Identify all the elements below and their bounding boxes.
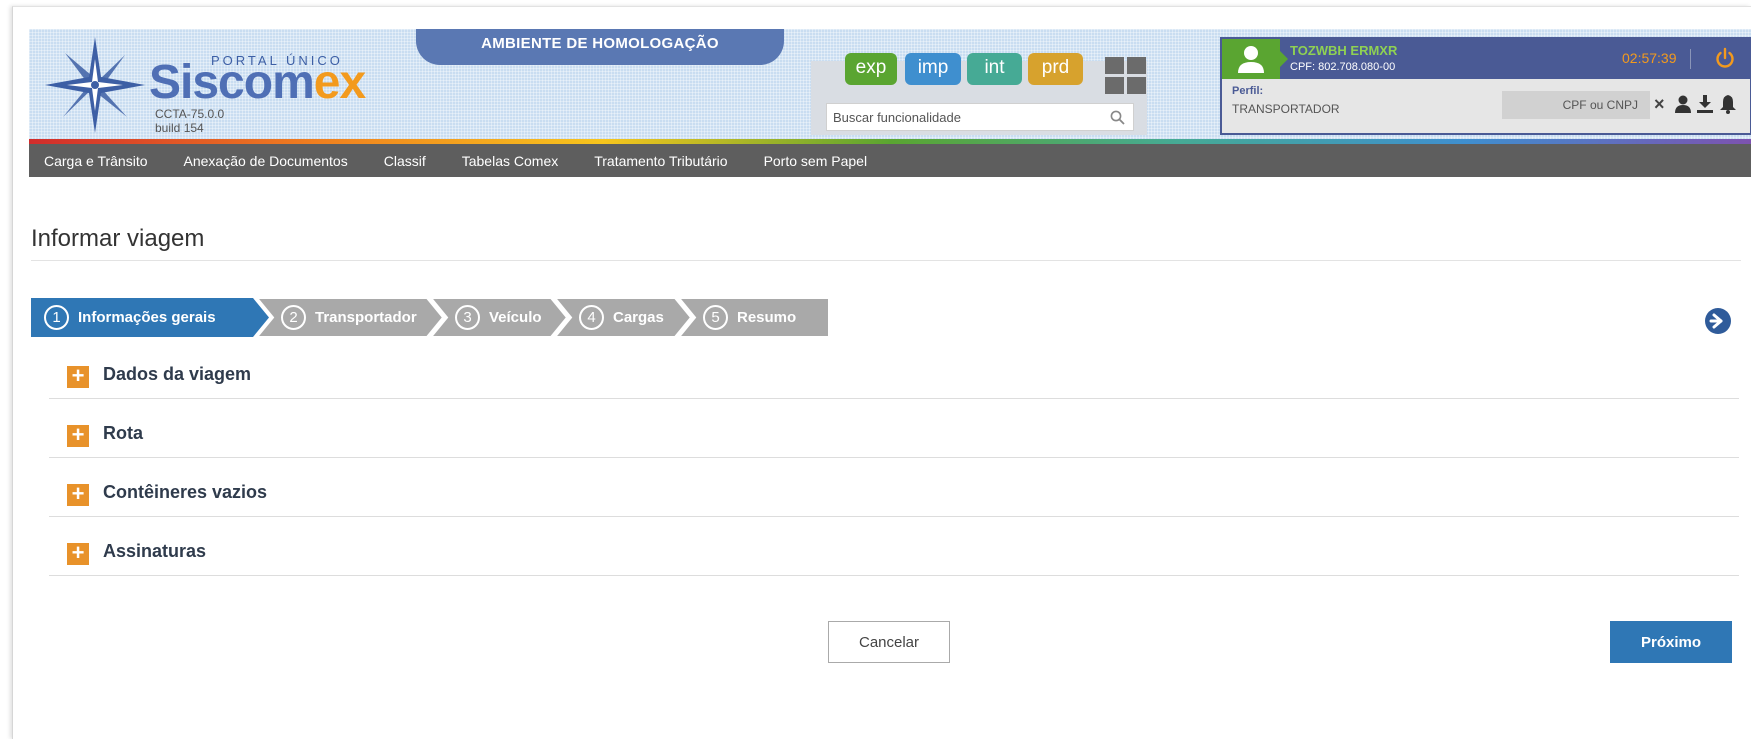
accordion-title: Dados da viagem xyxy=(103,364,252,384)
system-int-button[interactable]: int xyxy=(967,53,1022,85)
clear-icon[interactable]: × xyxy=(1654,94,1665,114)
version-info: CCTA-75.0.0 build 154 xyxy=(155,107,224,135)
power-icon[interactable] xyxy=(1714,47,1736,69)
expand-icon[interactable]: + xyxy=(67,365,89,388)
page-title: Informar viagem xyxy=(31,225,205,252)
step-number: 2 xyxy=(281,305,306,330)
expand-icon[interactable]: + xyxy=(67,542,89,565)
user-profile-icon[interactable] xyxy=(1674,94,1692,114)
user-cpf: CPF: 802.708.080-00 xyxy=(1290,61,1396,73)
accordion-rota[interactable]: + Rota xyxy=(49,400,1739,458)
bell-icon[interactable] xyxy=(1718,94,1738,114)
accordion-conteineres-vazios[interactable]: + Contêineres vazios xyxy=(49,459,1739,517)
search-box xyxy=(826,103,1134,131)
accordion-title: Contêineres vazios xyxy=(103,482,268,502)
brand-wordmark: Siscomex xyxy=(149,56,366,109)
portal-header: PORTAL ÚNICO Siscomex CCTA-75.0.0 build … xyxy=(29,29,1751,139)
main-menu: Carga e Trânsito Anexação de Documentos … xyxy=(29,144,1751,177)
wizard-step-content: 5 Resumo xyxy=(703,298,796,337)
step-label: Transportador xyxy=(315,309,417,326)
brand-part-ex: ex xyxy=(313,56,366,109)
version-number: CCTA-75.0.0 xyxy=(155,107,225,121)
menu-item-carga-transito[interactable]: Carga e Trânsito xyxy=(44,153,148,169)
menu-item-classif[interactable]: Classif xyxy=(384,153,426,169)
search-input[interactable] xyxy=(833,104,1103,130)
session-timer: 02:57:39 xyxy=(1622,50,1677,66)
build-number: build 154 xyxy=(155,121,204,135)
system-prd-button[interactable]: prd xyxy=(1028,53,1083,85)
cpf-cnpj-field[interactable] xyxy=(1502,91,1650,119)
expand-icon[interactable]: + xyxy=(67,483,89,506)
wizard-step-content: 2 Transportador xyxy=(281,298,417,337)
perfil-label: Perfil: xyxy=(1232,85,1264,97)
accordion-dados-da-viagem[interactable]: + Dados da viagem xyxy=(49,341,1739,399)
next-button[interactable]: Próximo xyxy=(1610,621,1732,663)
step-label: Cargas xyxy=(613,309,664,326)
divider xyxy=(1690,49,1691,69)
browser-frame: PORTAL ÚNICO Siscomex CCTA-75.0.0 build … xyxy=(12,6,1751,739)
siscomex-logo[interactable]: PORTAL ÚNICO Siscomex CCTA-75.0.0 build … xyxy=(45,35,366,135)
perfil-value: TRANSPORTADOR xyxy=(1232,102,1340,116)
menu-item-porto-sem-papel[interactable]: Porto sem Papel xyxy=(764,153,868,169)
menu-item-anexacao-documentos[interactable]: Anexação de Documentos xyxy=(184,153,348,169)
next-step-arrow-icon[interactable] xyxy=(1704,307,1732,335)
avatar xyxy=(1222,39,1280,79)
wizard-step-3[interactable]: 3 Veículo xyxy=(431,298,567,337)
step-label: Veículo xyxy=(489,309,542,326)
expand-icon[interactable]: + xyxy=(67,424,89,447)
step-number: 1 xyxy=(44,305,69,330)
menu-item-tabelas-comex[interactable]: Tabelas Comex xyxy=(462,153,559,169)
step-label: Resumo xyxy=(737,309,797,326)
wizard-step-content: 1 Informações gerais xyxy=(44,298,216,337)
step-label: Informações gerais xyxy=(78,309,216,326)
user-avatar-icon xyxy=(1238,46,1264,73)
wizard-step-2[interactable]: 2 Transportador xyxy=(257,298,443,337)
step-number: 3 xyxy=(455,305,480,330)
apps-grid-icon[interactable] xyxy=(1105,57,1147,95)
compass-star-icon xyxy=(45,37,145,133)
wizard-steps: 1 Informações gerais 2 Transportador 3 Veíc… xyxy=(31,298,871,337)
accordion-assinaturas[interactable]: + Assinaturas xyxy=(49,518,1739,576)
wizard-step-content: 4 Cargas xyxy=(579,298,664,337)
search-icon[interactable] xyxy=(1110,110,1125,125)
system-imp-button[interactable]: imp xyxy=(905,53,961,85)
accordion-title: Rota xyxy=(103,423,143,443)
wizard-step-content: 3 Veículo xyxy=(455,298,542,337)
accordion-title: Assinaturas xyxy=(103,541,207,561)
user-panel: TOZWBH ERMXR CPF: 802.708.080-00 02:57:3… xyxy=(1220,37,1751,135)
brand-part-siscom: Siscom xyxy=(149,56,315,109)
wizard-step-5[interactable]: 5 Resumo xyxy=(679,298,829,337)
wizard-step-1[interactable]: 1 Informações gerais xyxy=(31,298,269,337)
system-exp-button[interactable]: exp xyxy=(845,53,897,85)
menu-item-tratamento-tributario[interactable]: Tratamento Tributário xyxy=(594,153,727,169)
user-info-bar: TOZWBH ERMXR CPF: 802.708.080-00 02:57:3… xyxy=(1222,39,1750,79)
wizard-step-4[interactable]: 4 Cargas xyxy=(555,298,691,337)
avatar-pointer xyxy=(1280,51,1288,67)
divider xyxy=(31,260,1741,261)
cancel-button[interactable]: Cancelar xyxy=(828,621,950,663)
step-number: 5 xyxy=(703,305,728,330)
user-name: TOZWBH ERMXR xyxy=(1290,43,1398,58)
download-icon[interactable] xyxy=(1696,94,1714,114)
step-number: 4 xyxy=(579,305,604,330)
environment-banner: AMBIENTE DE HOMOLOGAÇÃO xyxy=(416,29,784,65)
